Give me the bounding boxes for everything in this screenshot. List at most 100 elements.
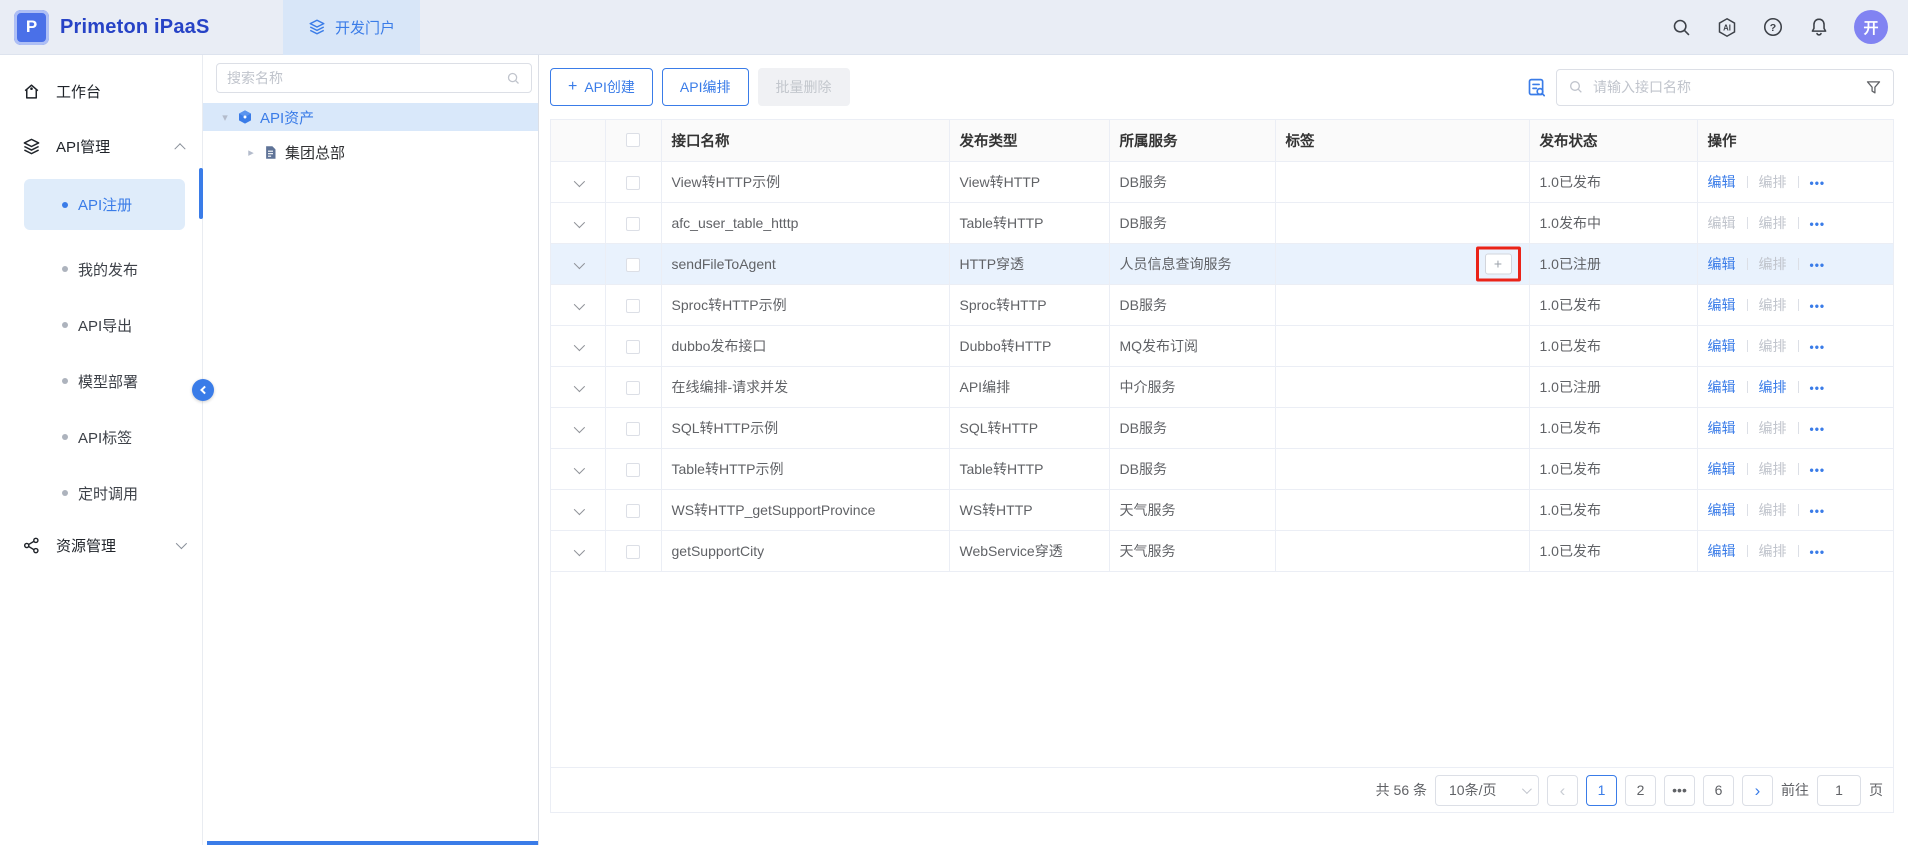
row-expand-chevron-icon[interactable]	[574, 216, 585, 227]
pager-page-button[interactable]: 1	[1586, 775, 1617, 806]
row-expand-chevron-icon[interactable]	[574, 339, 585, 350]
more-actions-button[interactable]: •••	[1810, 545, 1826, 559]
tree-node-api-assets[interactable]: ▾ API资产	[203, 103, 538, 131]
row-expand-chevron-icon[interactable]	[574, 257, 585, 268]
edit-link[interactable]: 编辑	[1708, 420, 1736, 436]
interface-search-input[interactable]	[1593, 79, 1856, 95]
ai-icon[interactable]: AI	[1716, 16, 1738, 38]
more-actions-button[interactable]: •••	[1810, 381, 1826, 395]
sidebar-item-model-deploy[interactable]: 模型部署	[0, 353, 202, 409]
publish-type-cell: Table转HTTP	[949, 202, 1109, 243]
row-expand-chevron-icon[interactable]	[574, 503, 585, 514]
row-expand-chevron-icon[interactable]	[574, 421, 585, 432]
goto-page-input[interactable]	[1817, 775, 1861, 806]
row-expand-chevron-icon[interactable]	[574, 380, 585, 391]
more-actions-button[interactable]: •••	[1810, 258, 1826, 272]
orchestrate-link[interactable]: 编排	[1759, 215, 1787, 231]
edit-link[interactable]: 编辑	[1708, 215, 1736, 231]
bullet-dot-icon	[62, 322, 68, 328]
row-checkbox[interactable]	[626, 504, 640, 518]
row-expand-chevron-icon[interactable]	[574, 175, 585, 186]
row-checkbox[interactable]	[626, 463, 640, 477]
row-checkbox[interactable]	[626, 545, 640, 559]
pager-page-button[interactable]: 2	[1625, 775, 1656, 806]
tree-panel-scrollbar[interactable]	[207, 841, 538, 845]
more-actions-button[interactable]: •••	[1810, 463, 1826, 477]
add-tag-button[interactable]: +	[1485, 253, 1512, 274]
row-checkbox[interactable]	[626, 176, 640, 190]
action-divider	[1747, 381, 1748, 393]
row-checkbox[interactable]	[626, 217, 640, 231]
action-divider	[1747, 299, 1748, 311]
api-orchestrate-button[interactable]: API编排	[662, 68, 749, 106]
sidebar-item-api-export[interactable]: API导出	[0, 297, 202, 353]
pager-next-button[interactable]: ›	[1742, 775, 1773, 806]
search-icon[interactable]	[1670, 16, 1692, 38]
select-all-checkbox[interactable]	[626, 133, 640, 147]
help-icon[interactable]: ?	[1762, 16, 1784, 38]
orchestrate-link[interactable]: 编排	[1759, 379, 1787, 395]
row-checkbox[interactable]	[626, 299, 640, 313]
row-checkbox[interactable]	[626, 381, 640, 395]
tab-dev-portal[interactable]: 开发门户	[283, 0, 420, 55]
edit-link[interactable]: 编辑	[1708, 502, 1736, 518]
more-actions-button[interactable]: •••	[1810, 299, 1826, 313]
pager-more-button[interactable]: •••	[1664, 775, 1695, 806]
edit-link[interactable]: 编辑	[1708, 297, 1736, 313]
sidebar-item-my-publish[interactable]: 我的发布	[0, 241, 202, 297]
caret-down-icon[interactable]: ▾	[220, 111, 230, 124]
publish-status-cell: 1.0已发布	[1529, 489, 1697, 530]
row-checkbox[interactable]	[626, 258, 640, 272]
sidebar-item-scheduled-call[interactable]: 定时调用	[0, 465, 202, 521]
edit-link[interactable]: 编辑	[1708, 461, 1736, 477]
orchestrate-link[interactable]: 编排	[1759, 338, 1787, 354]
sidebar-collapse-toggle[interactable]	[192, 379, 214, 401]
row-expand-chevron-icon[interactable]	[574, 462, 585, 473]
notification-icon[interactable]	[1808, 16, 1830, 38]
more-actions-button[interactable]: •••	[1810, 422, 1826, 436]
row-expand-chevron-icon[interactable]	[574, 298, 585, 309]
row-expand-chevron-icon[interactable]	[574, 544, 585, 555]
more-actions-button[interactable]: •••	[1810, 340, 1826, 354]
sidebar-item-workbench[interactable]: 工作台	[0, 69, 202, 113]
edit-link[interactable]: 编辑	[1708, 379, 1736, 395]
publish-type-cell: WS转HTTP	[949, 489, 1109, 530]
orchestrate-link[interactable]: 编排	[1759, 461, 1787, 477]
action-divider	[1747, 340, 1748, 352]
orchestrate-link[interactable]: 编排	[1759, 502, 1787, 518]
edit-link[interactable]: 编辑	[1708, 338, 1736, 354]
action-divider	[1798, 299, 1799, 311]
orchestrate-link[interactable]: 编排	[1759, 174, 1787, 190]
page-size-select[interactable]: 10条/页	[1435, 775, 1539, 806]
sidebar-item-api-tags[interactable]: API标签	[0, 409, 202, 465]
orchestrate-link[interactable]: 编排	[1759, 256, 1787, 272]
publish-status-cell: 1.0已发布	[1529, 325, 1697, 366]
action-divider	[1798, 422, 1799, 434]
publish-type-cell: Sproc转HTTP	[949, 284, 1109, 325]
sidebar-item-api-register[interactable]: API注册	[24, 179, 185, 230]
caret-right-icon[interactable]: ▸	[246, 146, 256, 159]
publish-type-cell: WebService穿透	[949, 530, 1109, 571]
tree-node-group-hq[interactable]: ▸ 集团总部	[203, 138, 538, 166]
more-actions-button[interactable]: •••	[1810, 504, 1826, 518]
edit-link[interactable]: 编辑	[1708, 256, 1736, 272]
row-checkbox[interactable]	[626, 340, 640, 354]
orchestrate-link[interactable]: 编排	[1759, 297, 1787, 313]
batch-delete-button[interactable]: 批量删除	[758, 68, 850, 106]
more-actions-button[interactable]: •••	[1810, 176, 1826, 190]
edit-link[interactable]: 编辑	[1708, 543, 1736, 559]
orchestrate-link[interactable]: 编排	[1759, 543, 1787, 559]
row-checkbox[interactable]	[626, 422, 640, 436]
orchestrate-link[interactable]: 编排	[1759, 420, 1787, 436]
sidebar-item-resource-management[interactable]: 资源管理	[0, 523, 202, 567]
sidebar-item-api-management[interactable]: API管理	[0, 124, 202, 168]
more-actions-button[interactable]: •••	[1810, 217, 1826, 231]
filter-funnel-icon[interactable]	[1865, 79, 1882, 96]
pager-page-button[interactable]: 6	[1703, 775, 1734, 806]
avatar[interactable]: 开	[1854, 10, 1888, 44]
tree-search-input[interactable]	[227, 70, 506, 86]
api-create-button[interactable]: + API创建	[550, 68, 653, 106]
doc-search-icon[interactable]	[1525, 76, 1547, 98]
pager-prev-button[interactable]: ‹	[1547, 775, 1578, 806]
edit-link[interactable]: 编辑	[1708, 174, 1736, 190]
